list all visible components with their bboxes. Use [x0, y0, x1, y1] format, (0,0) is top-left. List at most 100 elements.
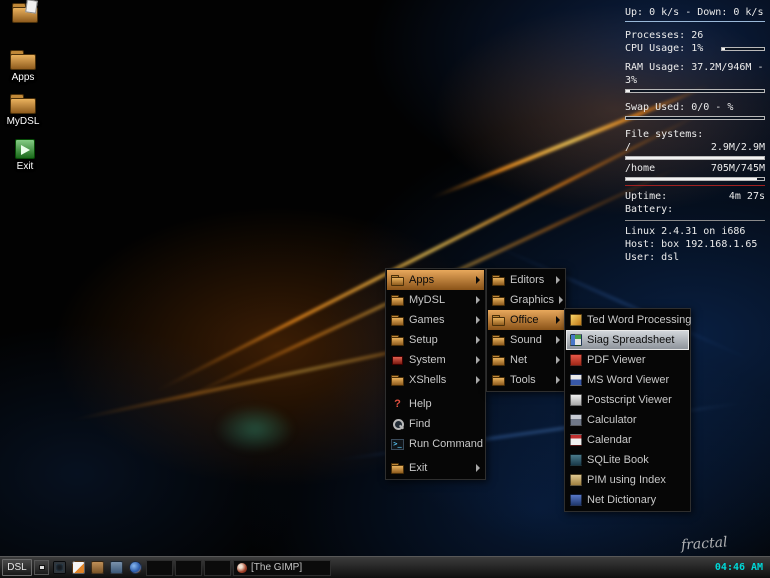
menu-item-find[interactable]: Find: [387, 414, 484, 434]
ram-usage-bar: [625, 89, 765, 93]
desktop-icon-mydsl[interactable]: MyDSL: [0, 94, 46, 127]
cpu-usage-bar: [721, 47, 765, 51]
editor-icon: [72, 561, 85, 574]
menu-item-label: PIM using Index: [587, 474, 685, 486]
document-sheet-icon: [25, 0, 38, 14]
dictionary-book-icon: [570, 494, 582, 506]
pencil-document-icon: [570, 314, 582, 326]
launcher-terminal[interactable]: [51, 559, 68, 576]
office-item-dictionary[interactable]: Net Dictionary: [566, 490, 689, 510]
folder-icon: [391, 275, 404, 286]
desktop-icon-apps[interactable]: Apps: [0, 50, 46, 83]
submenu-item-tools[interactable]: Tools: [488, 370, 564, 390]
menu-item-apps[interactable]: Apps: [387, 270, 484, 290]
postscript-document-icon: [570, 394, 582, 406]
menu-item-label: Net: [510, 354, 551, 366]
fs-mount: /home: [625, 162, 655, 175]
terminal-icon: [391, 439, 404, 450]
submenu-arrow-icon: [556, 376, 560, 384]
task-slot-empty[interactable]: [146, 560, 173, 576]
office-item-siag[interactable]: Siag Spreadsheet: [566, 330, 689, 350]
book-icon: [570, 454, 582, 466]
menu-item-label: Calendar: [587, 434, 685, 446]
menu-item-label: PDF Viewer: [587, 354, 685, 366]
task-label: [The GIMP]: [251, 562, 302, 573]
office-item-pdf[interactable]: PDF Viewer: [566, 350, 689, 370]
submenu-arrow-icon: [556, 356, 560, 364]
start-button[interactable]: DSL: [2, 559, 32, 576]
office-item-calendar[interactable]: Calendar: [566, 430, 689, 450]
menu-item-label: Editors: [510, 274, 551, 286]
folder-icon: [492, 275, 505, 286]
desktop-icon-exit[interactable]: Exit: [2, 139, 48, 172]
system-icon: [391, 355, 404, 366]
swap-usage-bar: [625, 116, 765, 120]
apps-submenu: Editors Graphics Office Sound Net Tools: [486, 268, 566, 392]
submenu-item-office[interactable]: Office: [488, 310, 564, 330]
help-icon: [391, 399, 404, 410]
menu-item-run-command[interactable]: Run Command: [387, 434, 484, 454]
menu-item-system[interactable]: System: [387, 350, 484, 370]
magnifier-icon: [391, 419, 404, 430]
submenu-arrow-icon: [476, 296, 480, 304]
submenu-arrow-icon: [476, 276, 480, 284]
folder-icon: [492, 335, 505, 346]
menu-item-xshells[interactable]: XShells: [387, 370, 484, 390]
menu-item-mydsl[interactable]: MyDSL: [387, 290, 484, 310]
menu-item-exit[interactable]: Exit: [387, 458, 484, 478]
folder-icon: [391, 375, 404, 386]
menu-item-games[interactable]: Games: [387, 310, 484, 330]
submenu-item-editors[interactable]: Editors: [488, 270, 564, 290]
filesystems-title: File systems:: [625, 128, 765, 141]
launcher-browser[interactable]: [127, 559, 144, 576]
launcher-package[interactable]: [89, 559, 106, 576]
uptime-row: Uptime: 4m 27s: [625, 190, 765, 203]
office-item-msword[interactable]: MS Word Viewer: [566, 370, 689, 390]
office-item-ted[interactable]: Ted Word Processing: [566, 310, 689, 330]
office-item-postscript[interactable]: Postscript Viewer: [566, 390, 689, 410]
iconify-button[interactable]: [34, 560, 49, 575]
office-item-sqlite[interactable]: SQLite Book: [566, 450, 689, 470]
launcher-editor[interactable]: [70, 559, 87, 576]
separator: [625, 21, 765, 22]
taskbar-empty-area: [333, 560, 708, 576]
office-item-pim[interactable]: PIM using Index: [566, 470, 689, 490]
folder-icon: [492, 295, 505, 306]
submenu-arrow-icon: [476, 336, 480, 344]
launcher-mail[interactable]: [108, 559, 125, 576]
submenu-item-net[interactable]: Net: [488, 350, 564, 370]
ram-usage-label: RAM Usage: 37.2M/946M - 3%: [625, 61, 765, 87]
desktop-icon-label: Apps: [0, 72, 46, 83]
fs-usage: 2.9M/2.9M: [711, 141, 765, 154]
task-slot-empty[interactable]: [204, 560, 231, 576]
root-menu: Apps MyDSL Games Setup System XShells: [385, 268, 486, 480]
folder-icon: [391, 315, 404, 326]
system-monitor: Up: 0 k/s - Down: 0 k/s Processes: 26 CP…: [625, 6, 765, 264]
task-slot-empty[interactable]: [175, 560, 202, 576]
submenu-arrow-icon: [476, 376, 480, 384]
task-button-gimp[interactable]: [The GIMP]: [233, 560, 331, 576]
terminal-icon: [53, 561, 66, 574]
uptime-value: 4m 27s: [729, 190, 765, 203]
gimp-icon: [237, 563, 247, 573]
mail-icon: [110, 561, 123, 574]
submenu-item-graphics[interactable]: Graphics: [488, 290, 564, 310]
net-speed-line: Up: 0 k/s - Down: 0 k/s: [625, 6, 765, 19]
office-item-calculator[interactable]: Calculator: [566, 410, 689, 430]
menu-item-label: Net Dictionary: [587, 494, 685, 506]
submenu-item-sound[interactable]: Sound: [488, 330, 564, 350]
host-line: Host: box 192.168.1.65: [625, 238, 765, 251]
menu-item-label: Exit: [409, 462, 471, 474]
menu-item-label: Sound: [510, 334, 551, 346]
taskbar: DSL [The GIMP] 04:46 AM: [0, 556, 770, 578]
office-submenu: Ted Word Processing Siag Spreadsheet PDF…: [564, 308, 691, 512]
folder-icon: [391, 463, 404, 474]
menu-item-label: XShells: [409, 374, 471, 386]
menu-item-setup[interactable]: Setup: [387, 330, 484, 350]
menu-item-label: Setup: [409, 334, 471, 346]
desktop-icon-system[interactable]: [2, 3, 48, 25]
menu-item-label: System: [409, 354, 471, 366]
fs-home-row: /home 705M/745M: [625, 162, 765, 175]
desktop: fractal Apps MyDSL Exit Up: 0 k/s - Down…: [0, 0, 770, 578]
menu-item-help[interactable]: Help: [387, 394, 484, 414]
